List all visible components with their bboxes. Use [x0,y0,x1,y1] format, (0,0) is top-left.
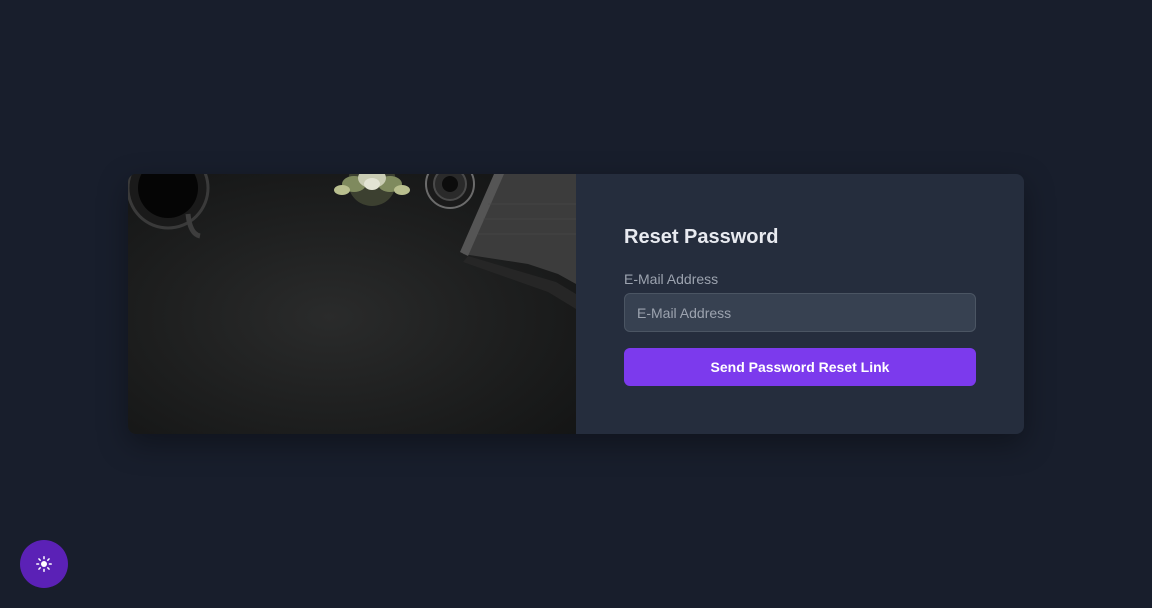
page-title: Reset Password [624,226,779,248]
send-reset-link-button[interactable]: Send Password Reset Link [624,348,976,386]
desk-photo-illustration [128,174,576,309]
email-label: E-Mail Address [624,271,719,287]
reset-password-card: Reset Password E-Mail Address Send Passw… [128,174,1024,434]
desk-photo [128,174,576,434]
email-input[interactable] [624,293,976,332]
reset-form-panel: Reset Password E-Mail Address Send Passw… [576,174,1024,434]
sun-icon [36,556,52,572]
theme-toggle-button[interactable] [20,540,68,588]
